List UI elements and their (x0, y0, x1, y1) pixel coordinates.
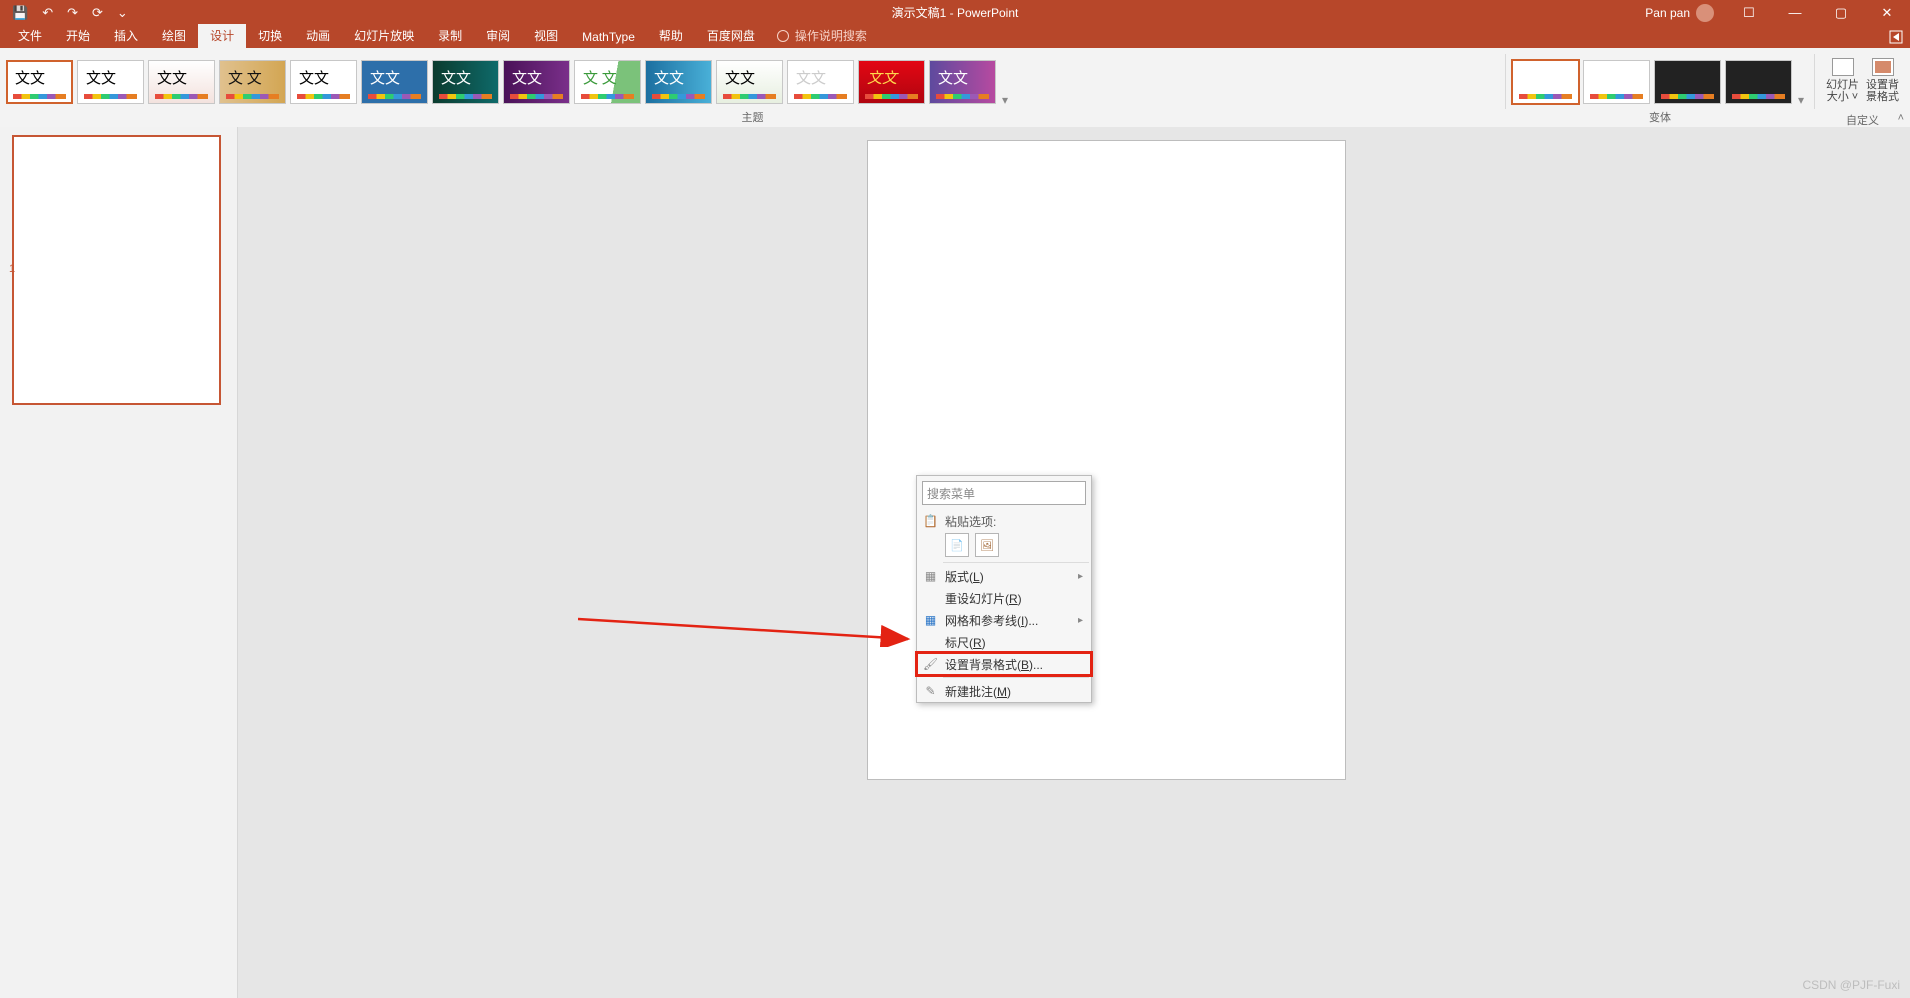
tell-me-search[interactable]: 操作说明搜索 (777, 27, 867, 48)
tab-file[interactable]: 文件 (6, 24, 54, 48)
variant-2[interactable] (1583, 60, 1650, 104)
collapse-ribbon-icon[interactable]: ˄ (1898, 112, 1904, 124)
menu-new-comment-label: 新建批注(M) (945, 683, 1011, 700)
theme-11[interactable]: 文文 (716, 60, 783, 104)
menu-grid-label: 网格和参考线(I)... (945, 612, 1038, 629)
tab-baidu[interactable]: 百度网盘 (695, 24, 767, 48)
tab-animation[interactable]: 动画 (294, 24, 342, 48)
slide-size-button[interactable]: 幻灯片 大小 ˅ (1825, 54, 1861, 112)
context-menu: 搜索菜单 📋 粘贴选项: 📄 🖼 ▦ 版式(L) 重设幻灯片(R) ▦ 网格和参… (916, 475, 1092, 703)
paste-options-header: 📋 粘贴选项: (917, 510, 1091, 532)
tab-home[interactable]: 开始 (54, 24, 102, 48)
menu-format-background-label: 设置背景格式(B)... (945, 656, 1043, 673)
minimize-button[interactable]: — (1772, 0, 1818, 25)
theme-6[interactable]: 文文 (361, 60, 428, 104)
tab-review[interactable]: 审阅 (474, 24, 522, 48)
theme-10[interactable]: 文文 (645, 60, 712, 104)
format-background-menu-icon: 🖌 (923, 657, 938, 672)
maximize-button[interactable]: ▢ (1818, 0, 1864, 25)
start-from-beginning-icon[interactable]: ⟳ (92, 5, 103, 21)
variant-1[interactable] (1512, 60, 1579, 104)
format-background-button[interactable]: 设置背 景格式 (1865, 54, 1901, 112)
menu-ruler[interactable]: 标尺(R) (917, 631, 1091, 653)
tab-design[interactable]: 设计 (198, 24, 246, 48)
slide-thumbnail-1[interactable] (12, 135, 221, 405)
theme-2[interactable]: 文文 (77, 60, 144, 104)
undo-icon[interactable]: ↶ (42, 5, 53, 21)
grid-icon: ▦ (923, 613, 938, 628)
qat-customize-icon[interactable]: ⌄ (117, 5, 128, 21)
close-button[interactable]: ✕ (1864, 0, 1910, 25)
menu-reset-slide[interactable]: 重设幻灯片(R) (917, 587, 1091, 609)
redo-icon[interactable]: ↷ (67, 5, 78, 21)
layout-icon: ▦ (923, 569, 938, 584)
user-name: Pan pan (1645, 6, 1690, 20)
ribbon: 文文 文文 文文 文 文 文文 文文 文文 文文 文 文 文文 文文 文文 文文… (0, 48, 1910, 128)
context-menu-search[interactable]: 搜索菜单 (922, 481, 1086, 505)
quick-access-toolbar: 💾 ↶ ↷ ⟳ ⌄ (0, 5, 128, 21)
paste-keep-source-icon[interactable]: 📄 (945, 533, 969, 557)
variants-more-icon[interactable]: ▾ (1796, 93, 1808, 109)
tab-slideshow[interactable]: 幻灯片放映 (342, 24, 426, 48)
annotation-arrow (578, 617, 918, 647)
theme-14[interactable]: 文文 (929, 60, 996, 104)
theme-office[interactable]: 文文 (6, 60, 73, 104)
avatar-icon (1696, 4, 1714, 22)
tab-view[interactable]: 视图 (522, 24, 570, 48)
menu-layout[interactable]: ▦ 版式(L) (917, 565, 1091, 587)
group-themes: 文文 文文 文文 文 文 文文 文文 文文 文文 文 文 文文 文文 文文 文文… (0, 48, 1505, 127)
tab-mathtype[interactable]: MathType (570, 27, 647, 48)
group-variants: ▾ 变体 (1506, 48, 1814, 127)
paste-icon: 📋 (923, 514, 938, 529)
variant-3[interactable] (1654, 60, 1721, 104)
tab-transition[interactable]: 切换 (246, 24, 294, 48)
theme-8[interactable]: 文文 (503, 60, 570, 104)
window-title: 演示文稿1 - PowerPoint (0, 4, 1910, 21)
lightbulb-icon (777, 30, 789, 42)
theme-5[interactable]: 文文 (290, 60, 357, 104)
variants-group-label: 变体 (1506, 109, 1814, 127)
paste-picture-icon[interactable]: 🖼 (975, 533, 999, 557)
save-icon[interactable]: 💾 (12, 5, 28, 21)
theme-12[interactable]: 文文 (787, 60, 854, 104)
format-background-icon (1872, 58, 1894, 76)
watermark: CSDN @PJF-Fuxi (1802, 978, 1900, 992)
theme-9[interactable]: 文 文 (574, 60, 641, 104)
theme-4[interactable]: 文 文 (219, 60, 286, 104)
share-button[interactable] (1888, 29, 1904, 45)
workspace: 1 搜索菜单 📋 粘贴选项: 📄 🖼 ▦ 版式(L) 重设幻灯片(R) (0, 127, 1910, 998)
theme-3[interactable]: 文文 (148, 60, 215, 104)
slide-size-icon (1832, 58, 1854, 76)
tab-help[interactable]: 帮助 (647, 24, 695, 48)
tell-me-label: 操作说明搜索 (795, 27, 867, 44)
slide-number-label: 1 (9, 263, 15, 275)
format-background-label: 设置背 景格式 (1865, 79, 1901, 103)
slide-canvas-area[interactable]: 搜索菜单 📋 粘贴选项: 📄 🖼 ▦ 版式(L) 重设幻灯片(R) ▦ 网格和参… (238, 127, 1910, 998)
title-bar: 💾 ↶ ↷ ⟳ ⌄ 演示文稿1 - PowerPoint Pan pan ☐ —… (0, 0, 1910, 25)
menu-layout-label: 版式(L) (945, 568, 984, 585)
menu-new-comment[interactable]: ✎ 新建批注(M) (917, 680, 1091, 702)
themes-more-icon[interactable]: ▾ (1000, 93, 1012, 109)
account-button[interactable]: Pan pan (1645, 0, 1726, 25)
paste-options-row: 📄 🖼 (917, 532, 1091, 560)
ribbon-tabs: 文件 开始 插入 绘图 设计 切换 动画 幻灯片放映 录制 审阅 视图 Math… (0, 25, 1910, 48)
paste-options-label: 粘贴选项: (945, 513, 996, 530)
menu-ruler-label: 标尺(R) (945, 634, 986, 651)
slide-size-label: 幻灯片 大小 ˅ (1825, 79, 1861, 103)
theme-7[interactable]: 文文 (432, 60, 499, 104)
slide-thumbnail-pane[interactable]: 1 (0, 127, 238, 998)
group-customize: 幻灯片 大小 ˅ 设置背 景格式 自定义 (1815, 48, 1910, 127)
tab-record[interactable]: 录制 (426, 24, 474, 48)
menu-reset-label: 重设幻灯片(R) (945, 590, 1022, 607)
themes-group-label: 主题 (0, 109, 1505, 127)
menu-grid-guides[interactable]: ▦ 网格和参考线(I)... (917, 609, 1091, 631)
comment-icon: ✎ (923, 684, 938, 699)
variant-4[interactable] (1725, 60, 1792, 104)
theme-13[interactable]: 文文 (858, 60, 925, 104)
tab-draw[interactable]: 绘图 (150, 24, 198, 48)
tab-insert[interactable]: 插入 (102, 24, 150, 48)
ribbon-display-options-icon[interactable]: ☐ (1726, 0, 1772, 25)
menu-format-background[interactable]: 🖌 设置背景格式(B)... (917, 653, 1091, 675)
